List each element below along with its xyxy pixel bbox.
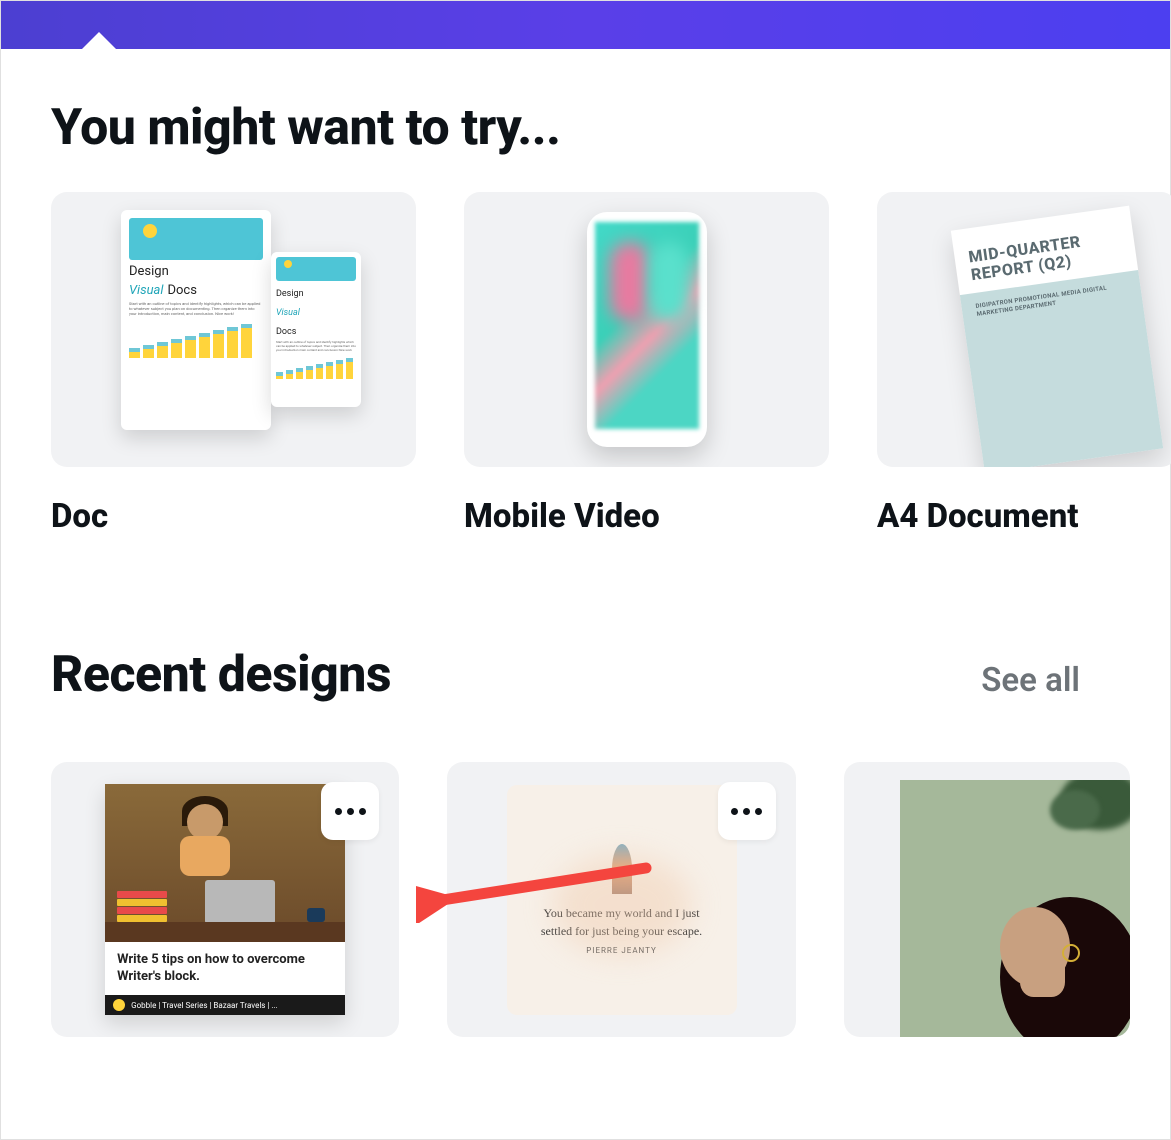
template-label: A4 Document xyxy=(877,497,1171,536)
template-thumb xyxy=(464,192,829,467)
recent-design-card[interactable]: Write 5 tips on how to overcome Writer's… xyxy=(51,762,399,1037)
recents-heading: Recent designs xyxy=(51,646,391,704)
banner-notch-icon xyxy=(81,32,117,50)
top-banner xyxy=(1,1,1170,49)
template-label: Doc xyxy=(51,497,416,536)
template-label: Mobile Video xyxy=(464,497,829,536)
recent-design-card[interactable]: You became my world and I just settled f… xyxy=(447,762,795,1037)
recents-row: Write 5 tips on how to overcome Writer's… xyxy=(51,762,1130,1037)
recent-design-card[interactable] xyxy=(844,762,1130,1037)
more-icon xyxy=(335,808,366,815)
template-card-mobile-video[interactable]: Mobile Video xyxy=(464,192,829,536)
suggestions-heading: You might want to try... xyxy=(51,99,1130,157)
design-preview: Write 5 tips on how to overcome Writer's… xyxy=(105,784,345,1016)
phone-preview xyxy=(587,212,707,447)
suggestions-row: Design Visual Docs Start with an outline… xyxy=(51,192,1130,536)
template-thumb: MID-QUARTER REPORT (Q2) DIGIPATRON PROMO… xyxy=(877,192,1171,467)
more-icon xyxy=(731,808,762,815)
design-preview: You became my world and I just settled f… xyxy=(507,785,737,1015)
design-preview xyxy=(900,780,1130,1037)
doc-preview-small: Design Visual Docs Start with an outline… xyxy=(271,252,361,407)
a4-preview: MID-QUARTER REPORT (Q2) DIGIPATRON PROMO… xyxy=(951,206,1163,467)
doc-preview-main: Design Visual Docs Start with an outline… xyxy=(121,210,271,430)
template-card-a4[interactable]: MID-QUARTER REPORT (Q2) DIGIPATRON PROMO… xyxy=(877,192,1171,536)
template-card-doc[interactable]: Design Visual Docs Start with an outline… xyxy=(51,192,416,536)
more-options-button[interactable] xyxy=(321,782,379,840)
template-thumb: Design Visual Docs Start with an outline… xyxy=(51,192,416,467)
more-options-button[interactable] xyxy=(718,782,776,840)
see-all-link[interactable]: See all xyxy=(981,661,1130,700)
